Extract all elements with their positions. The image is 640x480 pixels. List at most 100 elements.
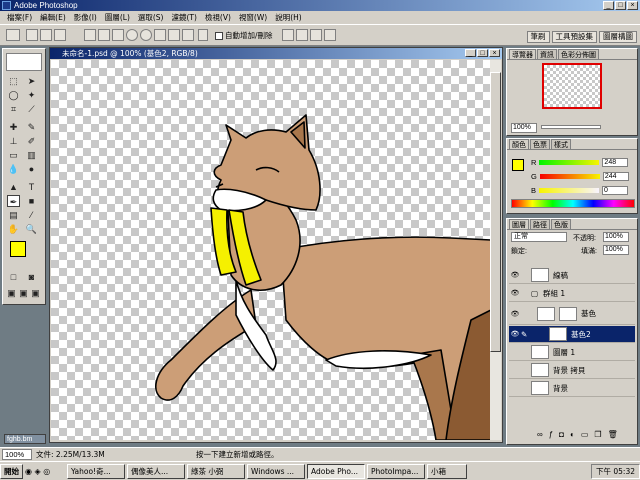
tab-paths[interactable]: 路徑: [530, 219, 550, 229]
menu-edit[interactable]: 編輯(E): [36, 12, 70, 23]
task-button[interactable]: Windows ...: [247, 463, 305, 479]
crop-tool-icon[interactable]: ⌗: [7, 103, 20, 115]
zoom-field[interactable]: 100%: [2, 449, 32, 460]
notes-tool-icon[interactable]: ▤: [7, 209, 20, 221]
brush-tool-icon[interactable]: ✎: [25, 121, 38, 133]
shape-layers-icon[interactable]: [26, 29, 38, 41]
layer-style-icon[interactable]: ƒ: [549, 430, 553, 439]
delete-layer-icon[interactable]: 🗑: [608, 430, 618, 439]
eye-icon[interactable]: 👁: [509, 271, 521, 279]
tab-channels[interactable]: 色版: [551, 219, 571, 229]
tool-preset-picker[interactable]: [6, 29, 20, 41]
menu-view[interactable]: 檢視(V): [201, 12, 235, 23]
minimize-button[interactable]: _: [603, 1, 614, 10]
path-exclude-icon[interactable]: [324, 29, 336, 41]
menu-filter[interactable]: 濾鏡(T): [168, 12, 201, 23]
menu-window[interactable]: 視窗(W): [235, 12, 271, 23]
blue-value[interactable]: [602, 185, 629, 195]
menu-file[interactable]: 檔案(F): [3, 12, 36, 23]
shape-tool-icon[interactable]: ■: [25, 195, 38, 207]
layer-row[interactable]: 背景: [509, 380, 635, 397]
dodge-tool-icon[interactable]: ●: [25, 163, 38, 175]
tab-histogram[interactable]: 色彩分佈圖: [558, 49, 599, 59]
tab-layer-comps[interactable]: 圖層構圖: [599, 31, 637, 43]
canvas[interactable]: [51, 60, 491, 440]
blur-tool-icon[interactable]: 💧: [7, 163, 20, 175]
gradient-tool-icon[interactable]: ▥: [25, 149, 38, 161]
line-icon[interactable]: [168, 29, 180, 41]
rounded-rect-icon[interactable]: [126, 29, 138, 41]
layer-row[interactable]: 👁 線稿: [509, 267, 635, 284]
tab-swatches[interactable]: 色票: [530, 139, 550, 149]
tab-styles[interactable]: 樣式: [551, 139, 571, 149]
pen-tool-icon[interactable]: [84, 29, 96, 41]
magic-wand-icon[interactable]: ✦: [25, 89, 38, 101]
eraser-tool-icon[interactable]: ▭: [7, 149, 20, 161]
tab-tool-presets[interactable]: 工具預設集: [551, 31, 597, 43]
standard-mode-icon[interactable]: □: [7, 271, 20, 283]
layer-row-selected[interactable]: 👁 ✎ 基色2: [509, 326, 635, 343]
custom-shape-icon[interactable]: [182, 29, 194, 41]
menu-layer[interactable]: 圖層(L): [101, 12, 134, 23]
task-button-active[interactable]: Adobe Pho...: [307, 463, 365, 479]
adobe-feather-logo[interactable]: [6, 53, 42, 71]
screen-mode-full-icon[interactable]: ▣: [29, 287, 42, 299]
scrollbar-thumb[interactable]: [490, 72, 501, 352]
healing-brush-icon[interactable]: ✚: [7, 121, 20, 133]
eye-icon[interactable]: 👁: [509, 330, 521, 338]
move-tool-icon[interactable]: ➤: [25, 75, 38, 87]
zoom-tool-icon[interactable]: 🔍: [25, 223, 38, 235]
navigator-zoom[interactable]: 100%: [511, 123, 537, 133]
red-slider[interactable]: [539, 159, 600, 165]
system-tray-clock[interactable]: 下午 05:32: [591, 463, 640, 479]
tab-color[interactable]: 顏色: [509, 139, 529, 149]
adjustment-layer-icon[interactable]: ◐: [570, 430, 575, 439]
path-intersect-icon[interactable]: [310, 29, 322, 41]
task-button[interactable]: 小箱: [427, 463, 467, 479]
clone-stamp-icon[interactable]: ⊥: [7, 135, 20, 147]
slice-tool-icon[interactable]: ⟋: [25, 103, 38, 115]
doc-close-button[interactable]: ×: [489, 49, 500, 57]
paths-icon[interactable]: [40, 29, 52, 41]
lasso-tool-icon[interactable]: ◯: [7, 89, 20, 101]
geometry-options-icon[interactable]: [198, 29, 208, 41]
history-brush-icon[interactable]: ✐: [25, 135, 38, 147]
foreground-color-swatch[interactable]: [10, 241, 26, 257]
opacity-input[interactable]: 100%: [603, 232, 629, 242]
green-value[interactable]: [602, 171, 629, 181]
fill-input[interactable]: 100%: [603, 245, 629, 255]
quick-launch-icons[interactable]: ◉ ◈ ◎: [25, 467, 65, 476]
marquee-tool-icon[interactable]: ⬚: [7, 75, 20, 87]
layer-row[interactable]: 👁 基色: [509, 303, 635, 325]
menu-select[interactable]: 選取(S): [134, 12, 168, 23]
checkbox-box[interactable]: [215, 31, 223, 40]
doc-minimize-button[interactable]: _: [465, 49, 476, 57]
quick-mask-icon[interactable]: ◙: [25, 271, 38, 283]
hand-tool-icon[interactable]: ✋: [7, 223, 20, 235]
eyedropper-icon[interactable]: ⁄: [25, 209, 38, 221]
layer-row[interactable]: 圖層 1: [509, 344, 635, 361]
tab-navigator[interactable]: 導覽器: [509, 49, 536, 59]
task-button[interactable]: Yahoo!奇...: [67, 463, 125, 479]
task-button[interactable]: 偶像美人...: [127, 463, 185, 479]
path-subtract-icon[interactable]: [296, 29, 308, 41]
type-tool-icon[interactable]: T: [25, 181, 38, 193]
layer-row[interactable]: 背景 拷貝: [509, 362, 635, 379]
menu-help[interactable]: 說明(H): [271, 12, 306, 23]
new-group-icon[interactable]: ▭: [581, 430, 589, 439]
auto-add-delete-checkbox[interactable]: 自動增加/刪除: [215, 30, 273, 41]
link-layers-icon[interactable]: ∞: [537, 430, 543, 439]
navigator-thumbnail[interactable]: [542, 63, 602, 109]
freeform-pen-icon[interactable]: [98, 29, 110, 41]
layer-row[interactable]: 👁 ▢ 群組 1: [509, 285, 635, 302]
color-spectrum[interactable]: [511, 199, 635, 208]
pen-tool-active-icon[interactable]: ✒: [7, 195, 20, 207]
tab-info[interactable]: 資訊: [537, 49, 557, 59]
blend-mode-select[interactable]: 正常: [511, 232, 567, 242]
minimized-document[interactable]: fghb.bm: [4, 434, 46, 444]
menu-image[interactable]: 影像(I): [70, 12, 101, 23]
blue-slider[interactable]: [539, 187, 600, 193]
task-button[interactable]: PhotoImpa...: [367, 463, 425, 479]
add-mask-icon[interactable]: ◘: [559, 430, 564, 439]
close-button[interactable]: ×: [627, 1, 638, 10]
